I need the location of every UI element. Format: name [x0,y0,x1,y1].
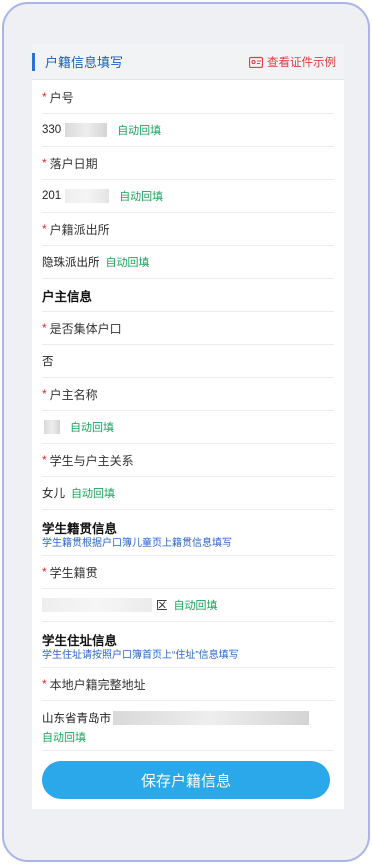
auto-fill-tag: 自动回填 [105,257,150,269]
required-mark: * [42,222,47,236]
collective-label-row: * 是否集体户口 [42,312,334,345]
masked-text [44,420,60,434]
address-label-row: * 本地户籍完整地址 [42,668,334,701]
address-section: 学生住址信息 学生住址请按照户口簿首页上“住址”信息填写 [42,622,334,668]
auto-fill-tag: 自动回填 [119,191,164,203]
native-section-title: 学生籍贯信息 [42,522,118,536]
header-accent-bar [32,52,35,71]
address-label: 本地户籍完整地址 [49,677,146,692]
auto-fill-tag: 自动回填 [117,125,162,137]
address-value: 山东省青岛市 [42,713,111,725]
register-date-label-row: * 落户日期 [42,147,334,180]
required-mark: * [42,453,47,467]
auto-fill-tag: 自动回填 [71,488,115,500]
native-section-hint: 学生籍贯根据户口簿儿童页上籍贯信息填写 [42,538,232,549]
section-header: 户籍信息填写 查看证件示例 [32,44,344,80]
police-station-label-row: * 户籍派出所 [42,213,334,246]
native-label: 学生籍贯 [49,565,98,580]
phone-frame: 户籍信息填写 查看证件示例 * 户号 330 自动回填 * 落户日期 201 自… [2,2,370,862]
address-auto-line: 自动回填 [42,728,334,746]
household-no-value: 330 [42,124,62,136]
masked-text [113,711,309,725]
required-mark: * [42,90,47,104]
auto-fill-tag: 自动回填 [42,732,86,744]
household-no-label: 户号 [49,90,74,105]
relation-value: 女儿 [42,488,65,500]
required-mark: * [42,156,47,170]
required-mark: * [42,321,47,335]
police-station-label: 户籍派出所 [49,222,110,237]
page-title: 户籍信息填写 [45,55,124,70]
relation-field[interactable]: 女儿 自动回填 [42,477,334,510]
relation-label: 学生与户主关系 [49,453,134,468]
header-left: 户籍信息填写 [32,44,123,79]
collective-select[interactable]: 否 [42,345,334,378]
masked-text [65,189,110,203]
collective-value: 否 [42,356,54,368]
address-section-hint: 学生住址请按照户口簿首页上“住址”信息填写 [42,650,239,661]
native-section: 学生籍贯信息 学生籍贯根据户口簿儿童页上籍贯信息填写 [42,510,334,556]
form-screen: 户籍信息填写 查看证件示例 * 户号 330 自动回填 * 落户日期 201 自… [32,44,344,809]
view-sample-link[interactable]: 查看证件示例 [249,54,336,70]
collective-label: 是否集体户口 [49,321,122,336]
relation-label-row: * 学生与户主关系 [42,444,334,477]
id-card-icon [249,56,263,68]
required-mark: * [42,565,47,579]
native-value-tail: 区 [156,600,168,612]
head-name-field[interactable]: 自动回填 [42,411,334,444]
view-sample-label: 查看证件示例 [267,56,336,69]
native-label-row: * 学生籍贯 [42,556,334,589]
head-info-section-title: 户主信息 [42,289,93,304]
masked-text [65,123,108,137]
register-date-field[interactable]: 201 自动回填 [42,180,334,213]
head-name-label-row: * 户主名称 [42,378,334,411]
head-info-section-row: 户主信息 [42,279,334,312]
household-no-label-row: * 户号 [42,81,334,114]
auto-fill-tag: 自动回填 [173,600,218,612]
address-field[interactable]: 山东省青岛市 自动回填 [42,701,334,751]
save-household-button[interactable]: 保存户籍信息 [42,761,330,799]
auto-fill-tag: 自动回填 [70,422,114,434]
head-name-label: 户主名称 [49,387,98,402]
address-value-line: 山东省青岛市 [42,710,334,726]
masked-text [42,598,152,612]
register-date-label: 落户日期 [49,156,98,171]
household-no-field[interactable]: 330 自动回填 [42,114,334,147]
required-mark: * [42,387,47,401]
native-field[interactable]: 区 自动回填 [42,589,334,622]
required-mark: * [42,677,47,691]
address-section-title: 学生住址信息 [42,634,118,648]
police-station-field[interactable]: 隐珠派出所 自动回填 [42,246,334,279]
register-date-value: 201 [42,190,62,202]
police-station-value: 隐珠派出所 [42,257,100,269]
